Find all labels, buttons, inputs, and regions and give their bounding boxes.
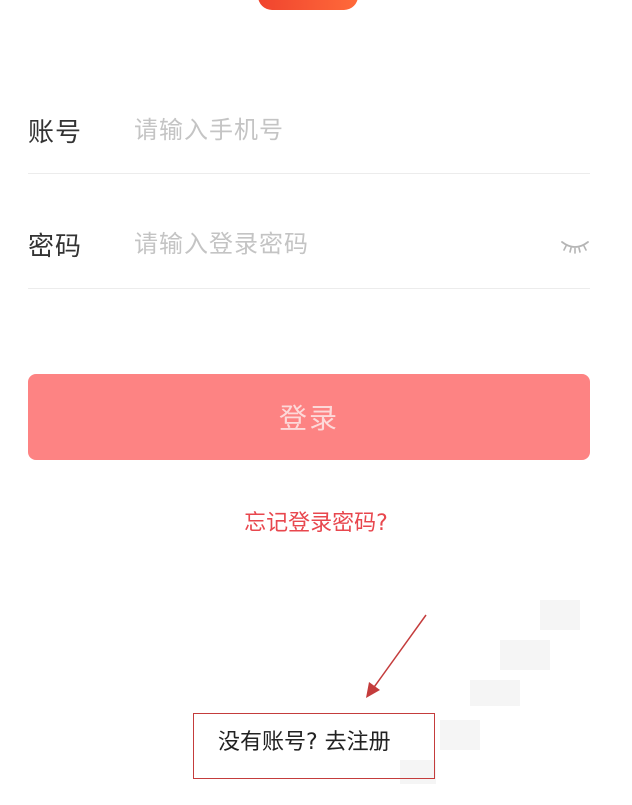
password-row: 密码	[28, 214, 590, 274]
account-divider	[28, 173, 590, 174]
register-highlight-box: 没有账号? 去注册	[193, 713, 435, 779]
password-label: 密码	[28, 232, 83, 262]
account-label: 账号	[28, 118, 83, 148]
account-input[interactable]	[134, 108, 534, 152]
blurred-area	[440, 720, 480, 750]
password-divider	[28, 288, 590, 289]
login-button[interactable]: 登录	[28, 374, 590, 460]
blurred-area	[540, 600, 580, 630]
blurred-area	[500, 640, 550, 670]
eye-closed-icon[interactable]	[560, 232, 590, 256]
password-input[interactable]	[134, 222, 534, 266]
register-link[interactable]: 没有账号? 去注册	[218, 724, 391, 756]
blurred-area	[470, 680, 520, 706]
account-row: 账号	[28, 100, 590, 160]
app-logo	[258, 0, 358, 10]
forgot-password-link[interactable]: 忘记登录密码?	[0, 505, 632, 537]
